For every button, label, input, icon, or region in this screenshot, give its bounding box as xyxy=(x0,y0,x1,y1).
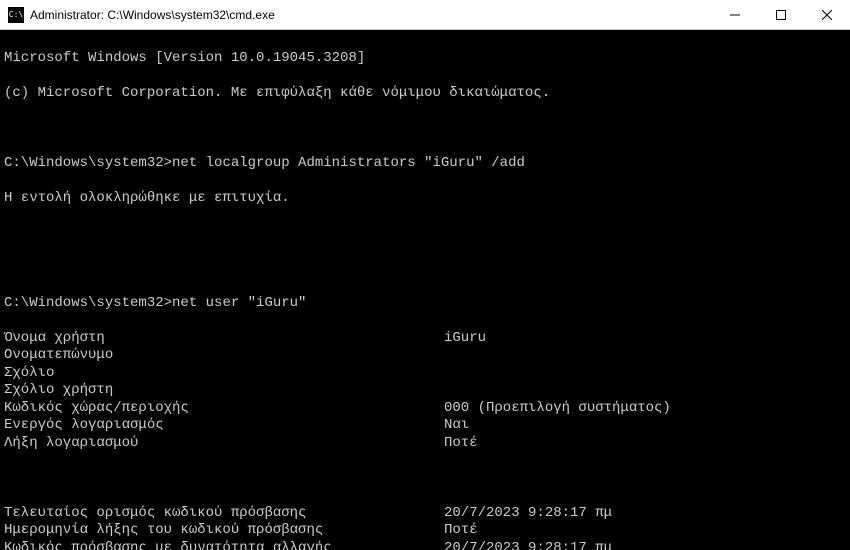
field-row: Όνομα χρήστηiGuru xyxy=(4,330,846,348)
field-value: 000 (Προεπιλογή συστήματος) xyxy=(444,400,846,418)
field-label: Ημερομηνία λήξης του κωδικού πρόσβασης xyxy=(4,522,444,540)
field-row: Ημερομηνία λήξης του κωδικού πρόσβασηςΠο… xyxy=(4,522,846,540)
field-label: Σχόλιο χρήστη xyxy=(4,382,444,400)
field-label: Κωδικός πρόσβασης με δυνατότητα αλλαγής xyxy=(4,540,444,550)
field-value: Ποτέ xyxy=(444,522,846,540)
field-row: Λήξη λογαριασμούΠοτέ xyxy=(4,435,846,453)
field-value xyxy=(444,347,846,365)
field-row: Σχόλιο xyxy=(4,365,846,383)
minimize-button[interactable] xyxy=(712,0,758,29)
close-button[interactable] xyxy=(804,0,850,29)
field-row: Κωδικός πρόσβασης με δυνατότητα αλλαγής2… xyxy=(4,540,846,550)
field-value: Ποτέ xyxy=(444,435,846,453)
window-controls xyxy=(712,0,850,29)
field-value: 20/7/2023 9:28:17 πμ xyxy=(444,505,846,523)
field-row: Ενεργός λογαριασμόςΝαι xyxy=(4,417,846,435)
field-label: Σχόλιο xyxy=(4,365,444,383)
field-row: Τελευταίος ορισμός κωδικού πρόσβασης20/7… xyxy=(4,505,846,523)
field-label: Όνομα χρήστη xyxy=(4,330,444,348)
field-value: Ναι xyxy=(444,417,846,435)
window-titlebar: C:\ Administrator: C:\Windows\system32\c… xyxy=(0,0,850,30)
field-value xyxy=(444,365,846,383)
copyright-line: (c) Microsoft Corporation. Με επιφύλαξη … xyxy=(4,85,846,103)
field-label: Κωδικός χώρας/περιοχής xyxy=(4,400,444,418)
terminal-output[interactable]: Microsoft Windows [Version 10.0.19045.32… xyxy=(0,30,850,550)
window-title: Administrator: C:\Windows\system32\cmd.e… xyxy=(30,8,712,22)
field-row: Σχόλιο χρήστη xyxy=(4,382,846,400)
field-label: Λήξη λογαριασμού xyxy=(4,435,444,453)
field-row: Ονοματεπώνυμο xyxy=(4,347,846,365)
field-label: Τελευταίος ορισμός κωδικού πρόσβασης xyxy=(4,505,444,523)
version-line: Microsoft Windows [Version 10.0.19045.32… xyxy=(4,50,846,68)
maximize-button[interactable] xyxy=(758,0,804,29)
cmd-icon: C:\ xyxy=(8,7,24,23)
field-label: Ονοματεπώνυμο xyxy=(4,347,444,365)
field-row: Κωδικός χώρας/περιοχής000 (Προεπιλογή συ… xyxy=(4,400,846,418)
field-value: 20/7/2023 9:28:17 πμ xyxy=(444,540,846,550)
command-result-1: Η εντολή ολοκληρώθηκε με επιτυχία. xyxy=(4,190,846,208)
command-line-2: C:\Windows\system32>net user "iGuru" xyxy=(4,295,846,313)
command-line-1: C:\Windows\system32>net localgroup Admin… xyxy=(4,155,846,173)
field-value xyxy=(444,382,846,400)
field-label: Ενεργός λογαριασμός xyxy=(4,417,444,435)
field-value: iGuru xyxy=(444,330,846,348)
